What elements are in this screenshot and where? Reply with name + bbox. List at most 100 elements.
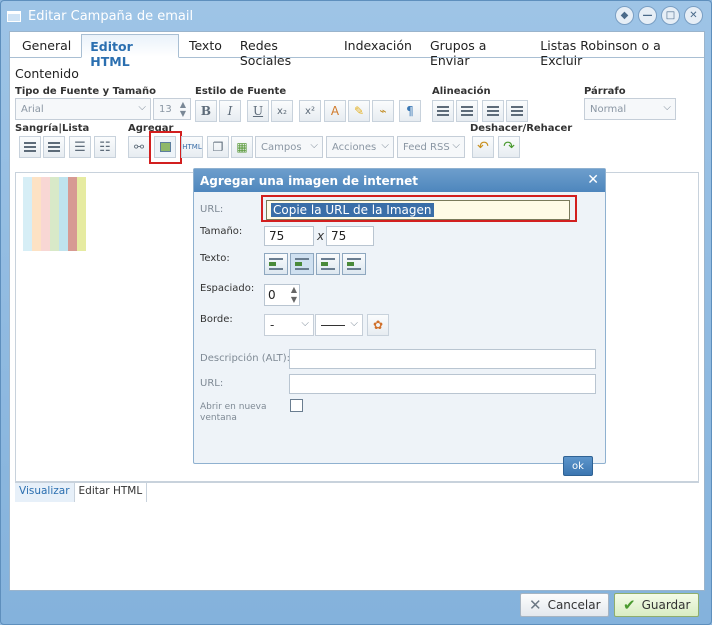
spacing-label: Espaciado: [200,283,255,294]
align-left-icon[interactable] [432,100,454,122]
tab-listas-robinson[interactable]: Listas Robinson o a Excluir [532,34,702,68]
underline-button[interactable]: U [247,100,269,122]
italic-button[interactable]: I [219,100,241,122]
border-width-select[interactable]: - ⌵ [264,314,314,336]
dialog-close-icon[interactable]: ✕ [587,172,599,188]
save-button[interactable]: ✔ Guardar [614,593,699,617]
redo-icon[interactable]: ↷ [498,136,520,158]
actions-label: Acciones [332,141,377,153]
alt-label: Descripción (ALT): [200,353,291,364]
font-color-icon[interactable]: A [324,100,346,122]
subscript-button[interactable]: x₂ [271,100,293,122]
border-width-value: - [270,318,275,332]
align-justify-icon[interactable] [506,100,528,122]
cancel-button[interactable]: ✕ Cancelar [520,593,609,617]
numbered-list-icon[interactable]: ☷ [94,136,116,158]
section-label: Contenido [15,66,79,81]
paragraph-group-label: Párrafo [584,86,626,97]
font-size-value: 13 [159,103,172,115]
maximize-icon[interactable]: □ [661,6,680,25]
link-icon[interactable]: ⚯ [128,136,150,158]
editor-toolbar: Tipo de Fuente y Tamaño Arial ⌵ 13 ▲ ▼ Esti… [15,86,699,170]
tab-redes-sociales[interactable]: Redes Sociales [232,34,334,68]
paragraph-marks-button[interactable]: ¶ [399,100,421,122]
insert-template-icon[interactable]: ❐ [207,136,229,158]
align-group-label: Alineación [432,86,491,97]
outdent-icon[interactable] [19,136,41,158]
insert-table-icon[interactable]: ▦ [231,136,253,158]
chevron-down-icon: ⌵ [310,140,318,151]
insert-html-icon[interactable]: HTML [181,136,203,158]
wrap-center-icon[interactable] [316,253,340,275]
undo-icon[interactable]: ↶ [472,136,494,158]
url-label: URL: [200,204,224,215]
tab-editor-html[interactable]: Editor HTML [81,34,179,69]
actions-select[interactable]: Acciones ⌵ [326,136,394,158]
image-button-highlight [149,131,182,164]
color-stripe [23,177,32,251]
dialog-title-bar: Agregar una imagen de internet ✕ [194,169,605,192]
size-label: Tamaño: [200,226,243,237]
align-center-icon[interactable] [456,100,478,122]
window-content: General Editor HTML Texto Redes Sociales… [9,31,705,591]
editor-mode-bar: Visualizar Editar HTML [15,482,699,502]
image-height-input[interactable]: 75 [326,226,374,246]
color-stripes-image [23,177,86,251]
wrap-left-icon[interactable] [264,253,288,275]
preview-mode-tab[interactable]: Visualizar [15,483,75,502]
close-icon[interactable]: ✕ [684,6,703,25]
chevron-down-icon: ⌵ [350,318,358,329]
font-family-select[interactable]: Arial ⌵ [15,98,151,120]
dialog-title: Agregar una imagen de internet [200,173,419,188]
tab-bar: General Editor HTML Texto Redes Sociales… [10,32,704,69]
feed-rss-select[interactable]: Feed RSS ⌵ [397,136,465,158]
paragraph-select[interactable]: Normal ⌵ [584,98,676,120]
bold-button[interactable]: B [195,100,217,122]
tab-grupos[interactable]: Grupos a Enviar [422,34,530,68]
fields-label: Campos [261,141,302,153]
link-url-input[interactable] [289,374,596,394]
bullet-list-icon[interactable]: ☰ [69,136,91,158]
spacing-value: 0 [268,288,276,302]
tab-texto[interactable]: Texto [181,34,230,57]
fields-select[interactable]: Campos ⌵ [255,136,323,158]
ok-button[interactable]: ok [563,456,593,476]
image-width-input[interactable]: 75 [264,226,314,246]
new-window-label: Abrir en nueva ventana [200,402,267,424]
window-title: Editar Campaña de email [28,8,194,24]
new-window-checkbox[interactable] [290,399,303,412]
font-size-stepper[interactable]: 13 ▲ ▼ [153,98,191,120]
style-group-label: Estilo de Fuente [195,86,287,97]
indent-group-label: Sangría|Lista [15,123,90,134]
indent-icon[interactable] [43,136,65,158]
wrap-inline-icon[interactable] [290,253,314,275]
color-stripe [77,177,86,251]
format-painter-icon[interactable]: ⌁ [372,100,394,122]
stepper-icon: ▲ ▼ [290,285,297,304]
highlight-icon[interactable]: ✎ [348,100,370,122]
pin-icon[interactable]: ◆ [615,6,634,25]
chevron-down-icon: ⌵ [452,140,460,151]
tab-indexacion[interactable]: Indexación [336,34,420,57]
paragraph-value: Normal [590,103,627,115]
window-icon [7,10,21,22]
stepper-icon: ▲ ▼ [179,100,186,118]
minimize-icon[interactable]: — [638,6,657,25]
wrap-right-icon[interactable] [342,253,366,275]
cancel-icon: ✕ [529,596,542,614]
new-window-label-line1: Abrir en nueva [200,402,267,412]
tab-general[interactable]: General [14,34,79,57]
superscript-button[interactable]: x² [299,100,321,122]
border-style-select[interactable]: ⌵ [315,314,363,336]
align-right-icon[interactable] [482,100,504,122]
new-window-label-line2: ventana [200,413,237,423]
html-mode-tab[interactable]: Editar HTML [75,483,148,502]
color-stripe [41,177,50,251]
alt-input[interactable] [289,349,596,369]
text-wrap-label: Texto: [200,253,230,264]
color-stripe [59,177,68,251]
border-color-icon[interactable]: ✿ [367,314,389,336]
border-label: Borde: [200,314,233,325]
spacing-stepper[interactable]: 0 ▲ ▼ [264,284,300,306]
cancel-label: Cancelar [547,598,601,612]
